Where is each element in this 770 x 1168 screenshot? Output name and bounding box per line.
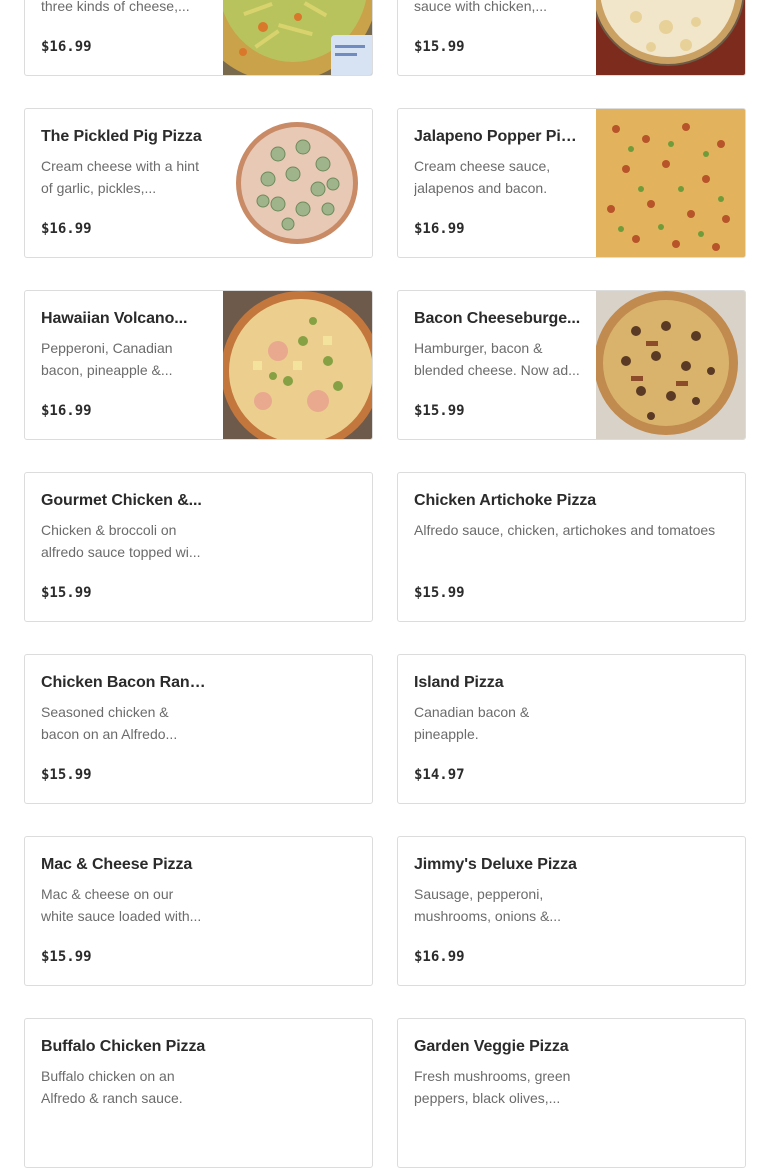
- menu-item-card[interactable]: Gourmet Chicken &... Chicken & broccoli …: [24, 472, 373, 622]
- item-price: $16.99: [41, 39, 92, 55]
- item-description: Fresh mushrooms, green peppers, black ol…: [414, 1068, 571, 1106]
- menu-item-card[interactable]: Chicken Bacon Ranc... Seasoned chicken &…: [24, 654, 373, 804]
- item-description: Sausage, pepperoni, mushrooms, onions &.…: [414, 886, 562, 924]
- item-description: Hamburger, bacon & blended cheese. Now a…: [414, 340, 580, 378]
- item-price: $16.99: [414, 221, 465, 237]
- item-name: Chicken Bacon Ranc...: [41, 674, 211, 691]
- item-description: Mac & cheese on our white sauce loaded w…: [41, 886, 202, 924]
- item-price: $16.99: [414, 949, 465, 965]
- item-description: Cream cheese sauce, jalapenos and bacon.: [414, 158, 551, 196]
- item-price: $14.97: [414, 767, 465, 783]
- menu-item-card[interactable]: Chicken Artichoke Pizza Alfredo sauce, c…: [397, 472, 746, 622]
- item-name: Island Pizza: [414, 674, 504, 691]
- item-price: $15.99: [414, 403, 465, 419]
- menu-item-card[interactable]: three kinds of cheese,... $16.99: [24, 0, 373, 76]
- menu-item-card[interactable]: Bacon Cheeseburge... Hamburger, bacon & …: [397, 290, 746, 440]
- menu-item-card[interactable]: Jimmy's Deluxe Pizza Sausage, pepperoni,…: [397, 836, 746, 986]
- item-name: Hawaiian Volcano...: [41, 310, 188, 327]
- menu-item-card[interactable]: sauce with chicken,... $15.99: [397, 0, 746, 76]
- item-description: Buffalo chicken on an Alfredo & ranch sa…: [41, 1068, 183, 1106]
- pickled-pig-pizza-photo: [223, 109, 372, 257]
- item-name: The Pickled Pig Pizza: [41, 128, 202, 145]
- item-name: Buffalo Chicken Pizza: [41, 1038, 206, 1055]
- item-description: Cream cheese with a hint of garlic, pick…: [41, 158, 199, 196]
- item-price: $15.99: [41, 767, 92, 783]
- item-name: Mac & Cheese Pizza: [41, 856, 193, 873]
- menu-item-card[interactable]: Mac & Cheese Pizza Mac & cheese on our w…: [24, 836, 373, 986]
- menu-item-card[interactable]: Jalapeno Popper Pizza Cream cheese sauce…: [397, 108, 746, 258]
- menu-item-card[interactable]: Buffalo Chicken Pizza Buffalo chicken on…: [24, 1018, 373, 1168]
- hawaiian-volcano-pizza-photo: [223, 291, 372, 439]
- item-price: $15.99: [414, 39, 465, 55]
- item-description: three kinds of cheese,...: [41, 0, 190, 14]
- item-description: Seasoned chicken & bacon on an Alfredo..…: [41, 704, 178, 742]
- item-name: Chicken Artichoke Pizza: [414, 492, 597, 509]
- item-price: $15.99: [414, 585, 465, 601]
- menu-grid: three kinds of cheese,... $16.99 sauce w…: [0, 0, 770, 1168]
- item-price: $16.99: [41, 403, 92, 419]
- item-name: Jalapeno Popper Pizza: [414, 128, 584, 145]
- item-price: $15.99: [41, 949, 92, 965]
- menu-item-card[interactable]: Hawaiian Volcano... Pepperoni, Canadian …: [24, 290, 373, 440]
- menu-item-card[interactable]: Island Pizza Canadian bacon & pineapple.…: [397, 654, 746, 804]
- jalapeno-popper-pizza-photo: [596, 109, 745, 257]
- item-name: Jimmy's Deluxe Pizza: [414, 856, 577, 873]
- item-description: sauce with chicken,...: [414, 0, 548, 14]
- item-description: Canadian bacon & pineapple.: [414, 704, 530, 742]
- item-name: Bacon Cheeseburge...: [414, 310, 581, 327]
- item-name: Gourmet Chicken &...: [41, 492, 202, 509]
- item-description: Alfredo sauce, chicken, artichokes and t…: [414, 522, 716, 538]
- menu-item-card[interactable]: The Pickled Pig Pizza Cream cheese with …: [24, 108, 373, 258]
- item-description: Chicken & broccoli on alfredo sauce topp…: [41, 522, 201, 560]
- taco-pizza-photo: [223, 0, 372, 75]
- item-description: Pepperoni, Canadian bacon, pineapple &..…: [41, 340, 173, 378]
- item-name: Garden Veggie Pizza: [414, 1038, 569, 1055]
- chicken-alfredo-pizza-photo: [596, 0, 745, 75]
- menu-item-card[interactable]: Garden Veggie Pizza Fresh mushrooms, gre…: [397, 1018, 746, 1168]
- item-price: $15.99: [41, 585, 92, 601]
- bacon-cheeseburger-pizza-photo: [596, 291, 745, 439]
- item-price: $16.99: [41, 221, 92, 237]
